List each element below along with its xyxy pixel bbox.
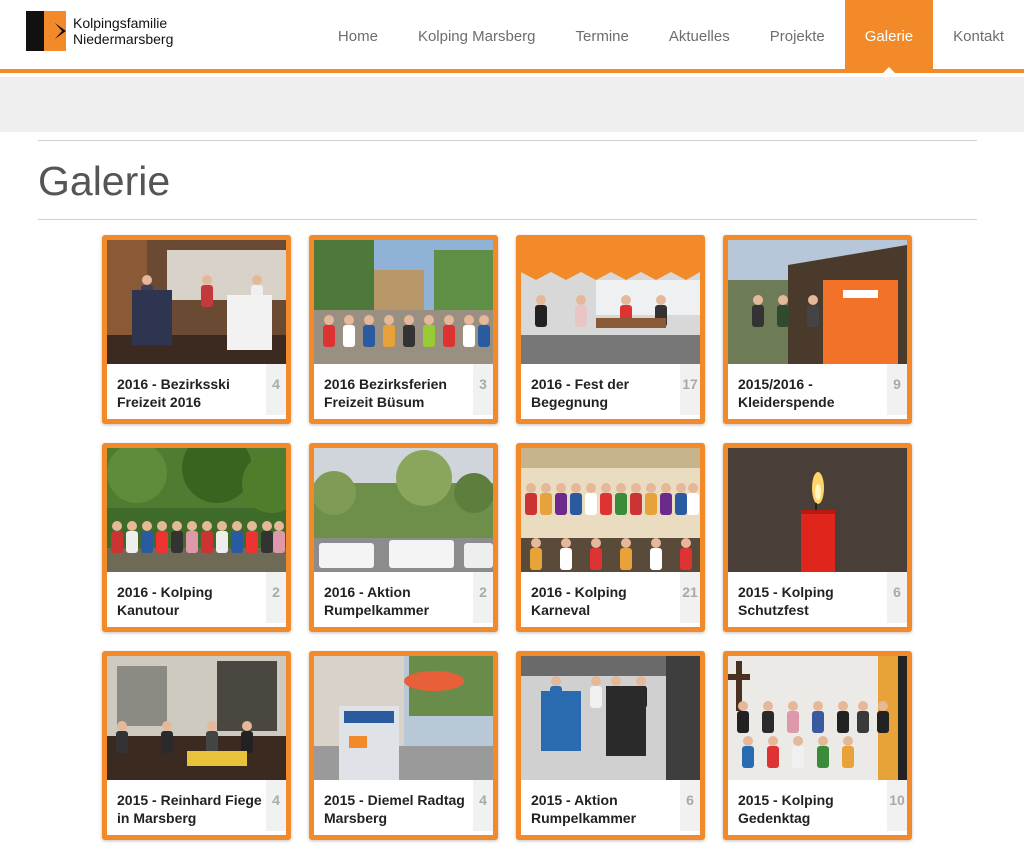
gallery-card[interactable]: 2015 - Reinhard Fiege in Marsberg 4 — [102, 651, 291, 840]
gallery-card[interactable]: 2016 - Kolping Karneval 21 — [516, 443, 705, 632]
gallery-title[interactable]: 2015 - Kolping Gedenktag — [738, 791, 888, 827]
gallery-card[interactable]: 2015 - Kolping Schutzfest 6 — [723, 443, 912, 632]
gallery-photo-count: 2 — [473, 572, 493, 623]
gallery-thumbnail[interactable] — [314, 656, 493, 780]
gallery-caption: 2015 - Reinhard Fiege in Marsberg 4 — [107, 780, 286, 835]
nav-item-aktuelles[interactable]: Aktuelles — [649, 0, 750, 73]
nav-item-kolping-marsberg[interactable]: Kolping Marsberg — [398, 0, 556, 73]
gallery-photo-count: 4 — [473, 780, 493, 831]
gallery-photo-count: 6 — [680, 780, 700, 831]
gallery-photo-count: 10 — [887, 780, 907, 831]
logo-line-1: Kolpingsfamilie — [73, 15, 168, 31]
gallery-title[interactable]: 2016 Bezirksferien Freizeit Büsum — [324, 375, 474, 411]
gallery-card[interactable]: 2016 Bezirksferien Freizeit Büsum 3 — [309, 235, 498, 424]
gallery-photo-count: 6 — [887, 572, 907, 623]
gallery-photo-count: 9 — [887, 364, 907, 415]
gallery-caption: 2015 - Aktion Rumpelkammer 6 — [521, 780, 700, 835]
nav-item-galerie[interactable]: Galerie — [844, 0, 934, 73]
gallery-thumbnail[interactable] — [728, 240, 907, 364]
gallery-photo-count: 21 — [680, 572, 700, 623]
page-title: Galerie — [38, 158, 171, 204]
gallery-thumbnail[interactable] — [728, 656, 907, 780]
gallery-thumbnail[interactable] — [521, 656, 700, 780]
gallery-card[interactable]: 2016 - Fest der Begegnung 17 — [516, 235, 705, 424]
gallery-card[interactable]: 2015 - Aktion Rumpelkammer 6 — [516, 651, 705, 840]
kolping-logo-icon — [26, 11, 66, 51]
gallery-thumbnail[interactable] — [521, 448, 700, 572]
gallery-title[interactable]: 2015 - Aktion Rumpelkammer — [531, 791, 681, 827]
gallery-title[interactable]: 2016 - Bezirksski Freizeit 2016 — [117, 375, 267, 411]
gallery-caption: 2016 - Kolping Karneval 21 — [521, 572, 700, 627]
gallery-caption: 2016 - Aktion Rumpelkammer 2 — [314, 572, 493, 627]
gallery-card[interactable]: 2015 - Diemel Radtag Marsberg 4 — [309, 651, 498, 840]
gallery-thumbnail[interactable] — [107, 240, 286, 364]
title-top-divider — [38, 140, 977, 141]
gallery-card[interactable]: 2016 - Aktion Rumpelkammer 2 — [309, 443, 498, 632]
gallery-card[interactable]: 2016 - Bezirksski Freizeit 2016 4 — [102, 235, 291, 424]
gallery-thumbnail[interactable] — [314, 240, 493, 364]
gallery-grid: 2016 - Bezirksski Freizeit 2016 4 2016 Be… — [102, 235, 914, 840]
gallery-thumbnail[interactable] — [314, 448, 493, 572]
gallery-thumbnail[interactable] — [107, 656, 286, 780]
gallery-card[interactable]: 2016 - Kolping Kanutour 2 — [102, 443, 291, 632]
gallery-photo-count: 4 — [266, 780, 286, 831]
gallery-photo-count: 4 — [266, 364, 286, 415]
gallery-caption: 2015 - Diemel Radtag Marsberg 4 — [314, 780, 493, 835]
title-bottom-divider — [38, 219, 977, 220]
gallery-card[interactable]: 2015 - Kolping Gedenktag 10 — [723, 651, 912, 840]
gallery-photo-count: 3 — [473, 364, 493, 415]
nav-item-home[interactable]: Home — [318, 0, 398, 73]
gallery-title[interactable]: 2016 - Kolping Kanutour — [117, 583, 267, 619]
logo-line-2: Niedermarsberg — [73, 31, 174, 47]
header-band — [0, 77, 1024, 132]
gallery-title[interactable]: 2016 - Fest der Begegnung — [531, 375, 681, 411]
nav-item-termine[interactable]: Termine — [556, 0, 649, 73]
gallery-card[interactable]: 2015/2016 - Kleiderspende 9 — [723, 235, 912, 424]
gallery-caption: 2015 - Kolping Schutzfest 6 — [728, 572, 907, 627]
gallery-caption: 2015 - Kolping Gedenktag 10 — [728, 780, 907, 835]
gallery-thumbnail[interactable] — [521, 240, 700, 364]
gallery-title[interactable]: 2015/2016 - Kleiderspende — [738, 375, 888, 411]
nav-item-projekte[interactable]: Projekte — [750, 0, 845, 73]
gallery-title[interactable]: 2015 - Diemel Radtag Marsberg — [324, 791, 474, 827]
gallery-title[interactable]: 2015 - Kolping Schutzfest — [738, 583, 888, 619]
gallery-photo-count: 2 — [266, 572, 286, 623]
gallery-caption: 2016 - Kolping Kanutour 2 — [107, 572, 286, 627]
gallery-title[interactable]: 2016 - Aktion Rumpelkammer — [324, 583, 474, 619]
gallery-caption: 2016 - Fest der Begegnung 17 — [521, 364, 700, 419]
main-navigation: Home Kolping Marsberg Termine Aktuelles Proj… — [318, 0, 1024, 73]
site-header: Kolpingsfamilie Niedermarsberg Home Kolpi… — [0, 0, 1024, 73]
gallery-thumbnail[interactable] — [728, 448, 907, 572]
nav-item-kontakt[interactable]: Kontakt — [933, 0, 1024, 73]
gallery-caption: 2016 - Bezirksski Freizeit 2016 4 — [107, 364, 286, 419]
logo-text: Kolpingsfamilie Niedermarsberg — [73, 15, 173, 47]
gallery-title[interactable]: 2015 - Reinhard Fiege in Marsberg — [117, 791, 267, 827]
site-logo[interactable]: Kolpingsfamilie Niedermarsberg — [26, 11, 173, 51]
gallery-thumbnail[interactable] — [107, 448, 286, 572]
gallery-photo-count: 17 — [680, 364, 700, 415]
gallery-title[interactable]: 2016 - Kolping Karneval — [531, 583, 681, 619]
gallery-caption: 2016 Bezirksferien Freizeit Büsum 3 — [314, 364, 493, 419]
gallery-caption: 2015/2016 - Kleiderspende 9 — [728, 364, 907, 419]
